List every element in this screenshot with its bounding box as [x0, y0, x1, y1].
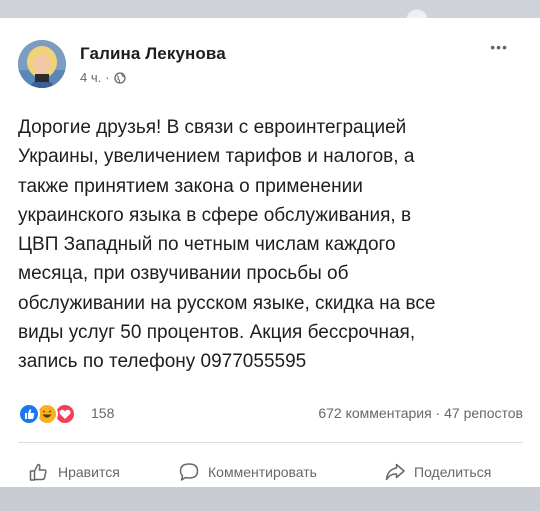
share-label: Поделиться	[414, 464, 492, 480]
more-options-button[interactable]: •••	[490, 40, 508, 54]
avatar-photo-icon	[18, 40, 66, 88]
top-band	[0, 0, 540, 31]
like-icon	[18, 403, 40, 425]
divider	[18, 442, 523, 443]
post-time[interactable]: 4 ч.	[80, 70, 101, 85]
comment-bubble-icon	[179, 463, 199, 481]
reaction-icons[interactable]	[18, 403, 90, 425]
post-text: Дорогие друзья! В связи с евроинтеграцие…	[18, 117, 436, 373]
post-meta: 4 ч. ·	[80, 70, 126, 85]
author-name[interactable]: Галина Лекунова	[80, 44, 226, 64]
reaction-count[interactable]: 158	[91, 405, 114, 421]
post-header: Галина Лекунова 4 ч. · •••	[18, 40, 518, 90]
comment-label: Комментировать	[208, 464, 317, 480]
reactions-row: 158 672 комментария · 47 репостов	[18, 403, 523, 425]
comments-shares-stats[interactable]: 672 комментария · 47 репостов	[318, 405, 523, 421]
comment-button[interactable]: Комментировать	[178, 454, 317, 490]
globe-icon	[113, 71, 126, 84]
bottom-band	[0, 487, 540, 511]
like-button[interactable]: Нравится	[28, 454, 120, 490]
avatar[interactable]	[18, 40, 66, 88]
post-card: Галина Лекунова 4 ч. · ••• Дорогие друзь…	[0, 18, 540, 487]
like-label: Нравится	[58, 464, 120, 480]
post-actions: Нравится Комментировать Поделиться	[18, 454, 523, 490]
share-button[interactable]: Поделиться	[384, 454, 491, 490]
share-arrow-icon	[385, 463, 405, 481]
meta-separator: ·	[105, 70, 110, 85]
thumbs-up-icon	[29, 463, 47, 481]
